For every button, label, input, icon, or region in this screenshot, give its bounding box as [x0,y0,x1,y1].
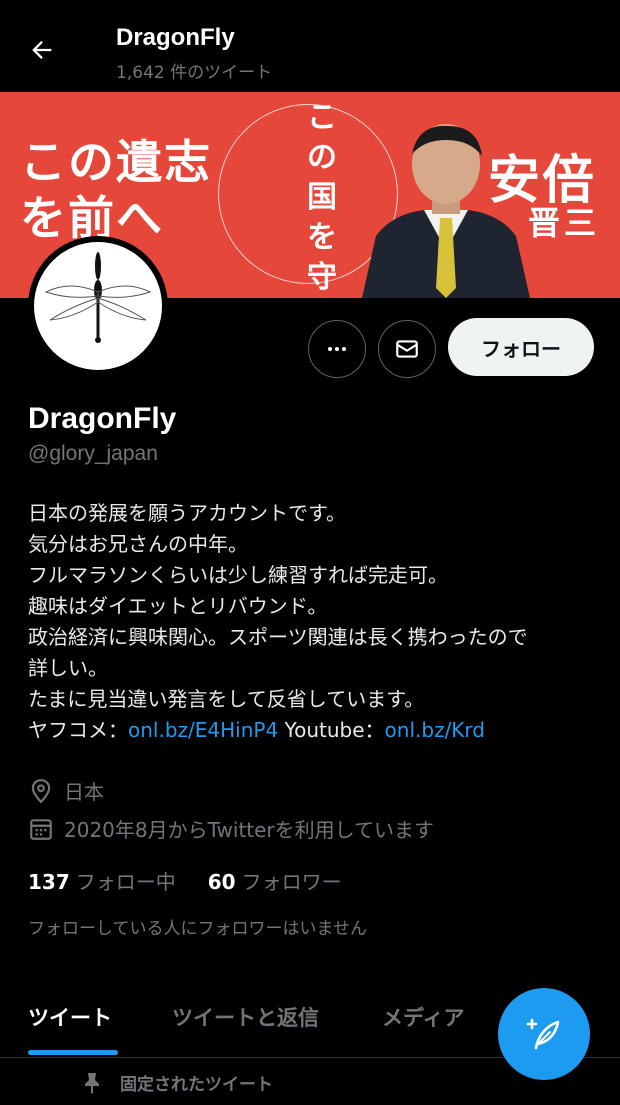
banner-slogan: この遺志 を前へ [20,134,212,246]
more-button[interactable] [308,320,366,378]
bio-line: たまに見当違い発言をして反省しています。 [28,687,425,711]
bio-links-line: ヤフコメ：onl.bz/E4HinP4 Youtube：onl.bz/Krd [28,715,598,746]
avatar[interactable] [28,236,168,376]
pinned-tweet-label: 固定されたツイート [82,1070,273,1095]
avatar-image [34,242,162,370]
joined-text: 2020年8月からTwitterを利用しています [64,818,435,842]
following-label: フォロー中 [75,870,176,894]
bio-line: 政治経済に興味関心。スポーツ関連は長く携わったので [28,625,528,649]
more-horizontal-icon [328,347,346,351]
bio-line: 気分はお兄さんの中年。 [28,532,248,556]
following-stat[interactable]: 137 フォロー中 [28,866,176,895]
bio-line: 趣味はダイエットとリバウンド。 [28,594,328,618]
tab-tweets[interactable]: ツイート [28,1002,112,1032]
active-tab-indicator [28,1050,118,1055]
profile-bio: 日本の発展を願うアカウントです。 気分はお兄さんの中年。 フルマラソンくらいは少… [28,498,598,746]
bio-link-youtube[interactable]: onl.bz/Krd [385,718,485,742]
profile-name: DragonFly [28,402,177,435]
follow-button[interactable]: フォロー [448,318,594,376]
followers-stat[interactable]: 60 フォロワー [208,866,342,895]
back-button[interactable] [24,32,60,68]
header-title: DragonFly [116,24,235,51]
location-text: 日本 [64,780,104,804]
arrow-left-icon [32,41,52,59]
banner-vertical-text: この国を守る。 [307,100,337,295]
joined-row: 2020年8月からTwitterを利用しています [28,814,434,843]
following-count: 137 [28,870,70,894]
top-bar: DragonFly 1,642 件のツイート [0,0,620,92]
tweet-count: 1,642 件のツイート [116,63,273,83]
tab-tweets-and-replies[interactable]: ツイートと返信 [172,1002,319,1032]
tab-media[interactable]: メディア [382,1002,465,1032]
followers-label: フォロワー [241,870,342,894]
compose-tweet-button[interactable] [498,988,590,1080]
bio-links-prefix: ヤフコメ： [28,718,128,742]
pin-icon [85,1072,99,1094]
banner-name-sub: 晋三 [528,204,601,242]
pinned-text: 固定されたツイート [120,1075,273,1095]
dragonfly-icon [44,252,152,343]
bio-link-yahoo[interactable]: onl.bz/E4HinP4 [128,718,278,742]
followers-you-know-note: フォローしている人にフォロワーはいません [28,919,367,939]
message-button[interactable] [378,320,436,378]
followers-count: 60 [207,870,236,894]
follow-stats: 137 フォロー中 60 フォロワー [28,866,374,895]
profile-handle: @glory_japan [28,442,158,465]
calendar-icon [30,818,52,840]
mail-icon [396,340,418,358]
compose-feather-icon [526,1018,560,1050]
bio-line: フルマラソンくらいは少し練習すれば完走可。 [28,563,448,587]
location-row: 日本 [28,776,104,805]
bio-line: 日本の発展を願うアカウントです。 [28,501,346,525]
bio-links-mid: Youtube： [278,718,385,742]
location-pin-icon [31,778,51,803]
banner-slogan-line1: この遺志 [20,135,212,189]
bio-line: 詳しい。 [28,656,108,680]
